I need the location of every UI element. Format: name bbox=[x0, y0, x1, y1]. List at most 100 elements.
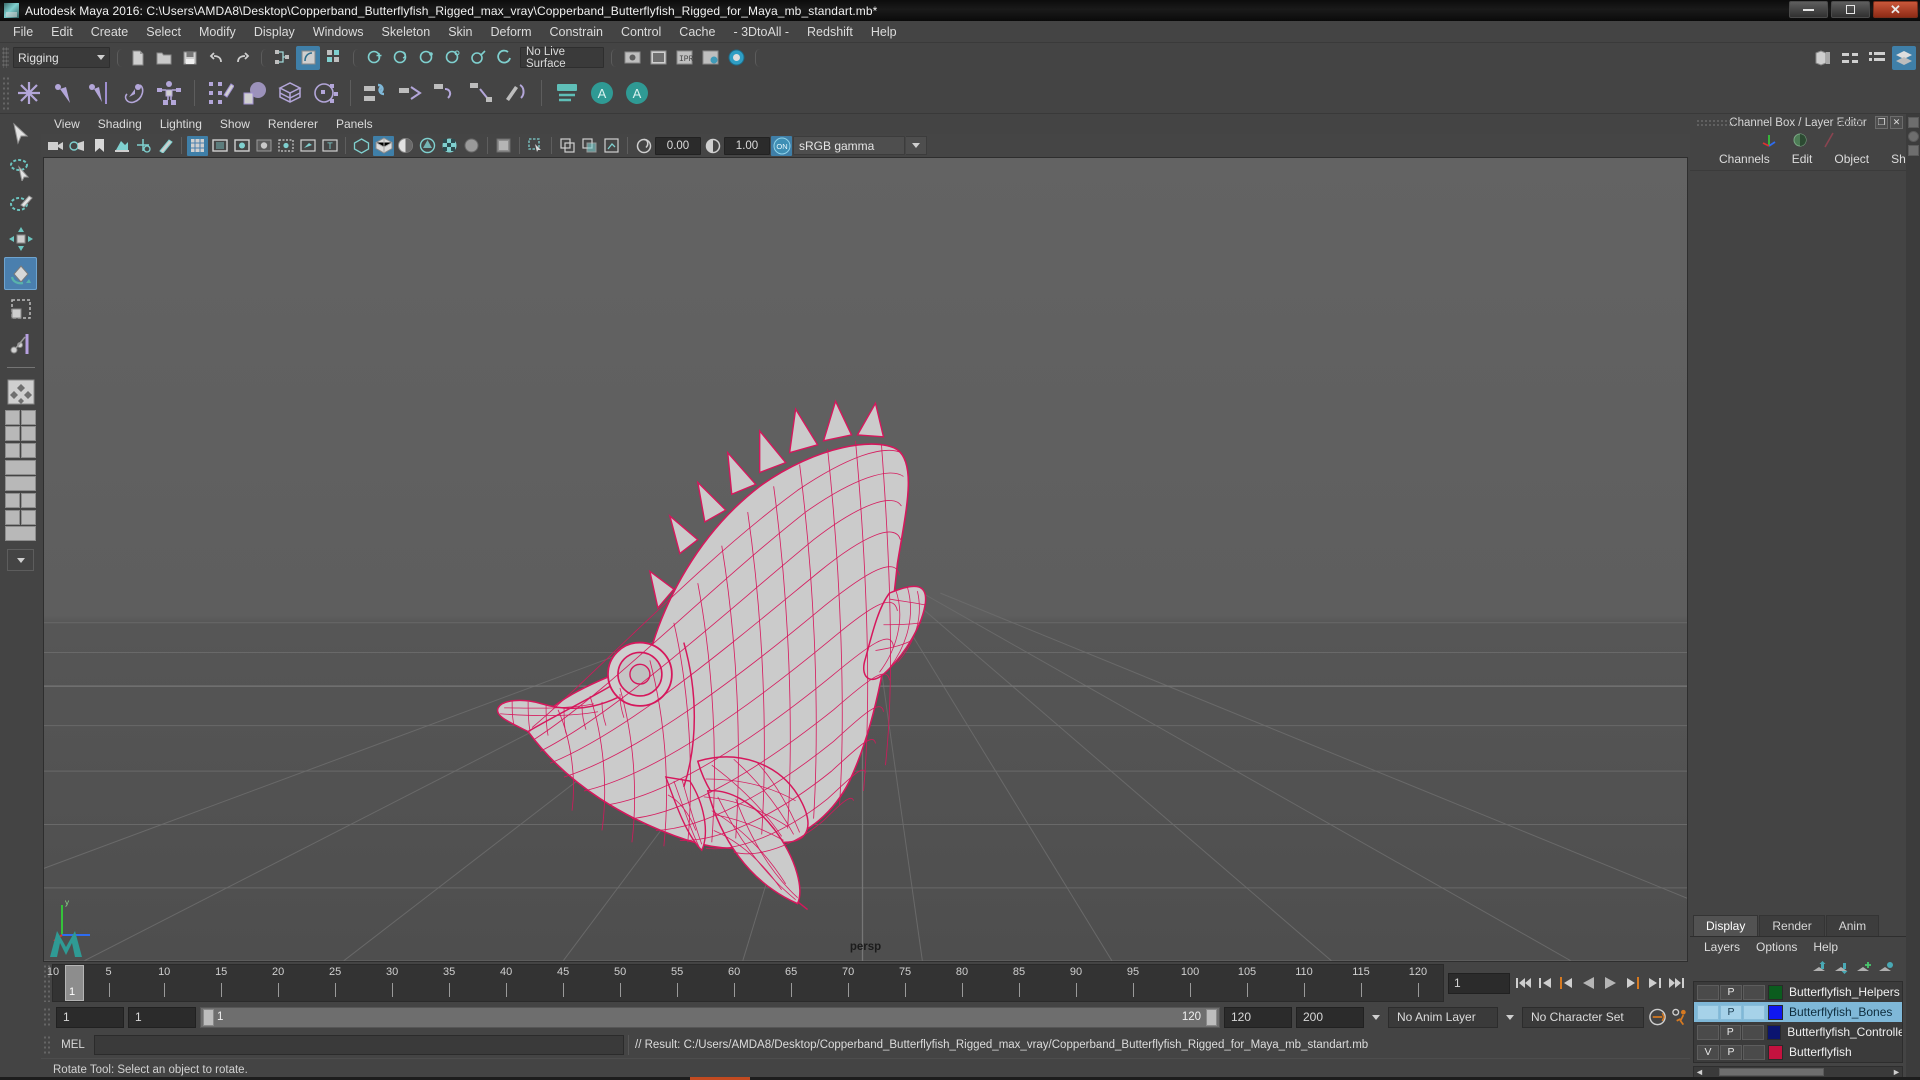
open-scene-icon[interactable] bbox=[152, 46, 176, 70]
layout-persp-icon[interactable] bbox=[21, 410, 36, 425]
maximize-button[interactable] bbox=[1831, 1, 1870, 18]
layer-playback-toggle[interactable]: P bbox=[1720, 1044, 1742, 1060]
show-grid-icon[interactable] bbox=[187, 135, 208, 156]
menu-cache[interactable]: Cache bbox=[670, 23, 724, 41]
display-layer-list[interactable]: P Butterflyfish_Helpers P Butterflyfish_… bbox=[1693, 981, 1903, 1063]
current-time-indicator[interactable]: 1 bbox=[65, 965, 84, 1001]
point-constraint-icon[interactable] bbox=[394, 76, 428, 110]
right-panel-grip-left[interactable] bbox=[1696, 119, 1734, 127]
go-to-start-icon[interactable] bbox=[1513, 973, 1532, 994]
use-all-lights-icon[interactable] bbox=[417, 136, 438, 156]
anim-start-field[interactable]: 1 bbox=[56, 1006, 124, 1028]
resolution-gate-icon[interactable] bbox=[231, 136, 252, 156]
menu-redshift[interactable]: Redshift bbox=[798, 23, 862, 41]
move-tool[interactable] bbox=[4, 222, 37, 255]
scale-tool[interactable] bbox=[4, 292, 37, 325]
layer-visibility-toggle[interactable] bbox=[1697, 1004, 1719, 1020]
hik-character-icon[interactable]: A bbox=[620, 76, 654, 110]
set-driven-key-icon[interactable] bbox=[550, 76, 584, 110]
wireframe-shading-icon[interactable] bbox=[351, 136, 372, 156]
color-management-select[interactable]: sRGB gamma bbox=[793, 136, 905, 155]
snapshot-icon[interactable] bbox=[601, 136, 622, 156]
menu-deform[interactable]: Deform bbox=[482, 23, 541, 41]
perspective-viewport[interactable]: persp y bbox=[43, 157, 1688, 962]
paint-select-tool[interactable] bbox=[4, 187, 37, 220]
anim-layer-caret[interactable] bbox=[1368, 1007, 1384, 1028]
create-layer-from-selection-icon[interactable] bbox=[1878, 961, 1894, 975]
menu-create[interactable]: Create bbox=[82, 23, 138, 41]
animation-preferences-icon[interactable] bbox=[1671, 1007, 1690, 1028]
shadows-icon[interactable] bbox=[439, 136, 460, 156]
table-row[interactable]: V P Butterflyfish bbox=[1694, 1042, 1902, 1062]
display-layers-icon[interactable] bbox=[557, 136, 578, 156]
playback-end-field[interactable]: 120 bbox=[1224, 1006, 1292, 1028]
layer-visibility-toggle[interactable] bbox=[1697, 1024, 1719, 1040]
layout-graph-wide-icon[interactable] bbox=[5, 526, 36, 541]
menu-skeleton[interactable]: Skeleton bbox=[373, 23, 440, 41]
create-empty-layer-icon[interactable] bbox=[1856, 961, 1872, 975]
playback-start-field[interactable]: 1 bbox=[128, 1006, 196, 1028]
play-forwards-icon[interactable] bbox=[1601, 973, 1620, 994]
menu-file[interactable]: File bbox=[4, 23, 42, 41]
shaded-wireframe-icon[interactable] bbox=[395, 136, 416, 156]
layer-visibility-toggle[interactable]: V bbox=[1697, 1044, 1719, 1060]
menu-windows[interactable]: Windows bbox=[304, 23, 373, 41]
rotate-tool[interactable] bbox=[4, 257, 37, 290]
right-edge-scrollbar[interactable] bbox=[1906, 114, 1920, 1080]
move-layer-down-icon[interactable] bbox=[1834, 961, 1850, 975]
sidebar-outliner-icon[interactable] bbox=[1865, 46, 1889, 70]
range-start-handle[interactable] bbox=[203, 1008, 214, 1026]
gate-mask-icon[interactable] bbox=[253, 136, 274, 156]
paint-skin-weights-icon[interactable] bbox=[203, 76, 237, 110]
copy-layer-icon[interactable] bbox=[579, 136, 600, 156]
make-live-icon[interactable] bbox=[492, 46, 516, 70]
color-management-caret[interactable] bbox=[906, 136, 927, 155]
table-row[interactable]: P Butterflyfish_Bones bbox=[1694, 1002, 1902, 1022]
lattice-deformer-icon[interactable] bbox=[273, 76, 307, 110]
layer-display-type-toggle[interactable] bbox=[1743, 984, 1765, 1000]
range-slider-track[interactable]: 1 120 bbox=[200, 1006, 1220, 1028]
scrollbar-knob[interactable] bbox=[1907, 131, 1919, 142]
ambient-occlusion-icon[interactable] bbox=[461, 136, 482, 156]
toolbox-expand-button[interactable] bbox=[7, 549, 34, 571]
layout-hypershade-icon[interactable] bbox=[5, 493, 20, 508]
mel-command-input[interactable] bbox=[94, 1035, 624, 1055]
layer-name[interactable]: Butterflyfish_Controlle bbox=[1787, 1025, 1902, 1039]
layer-playback-toggle[interactable]: P bbox=[1720, 984, 1742, 1000]
range-slider-grip[interactable] bbox=[43, 1006, 52, 1028]
layout-persp-mixed-icon[interactable] bbox=[5, 510, 20, 525]
xray-icon[interactable] bbox=[275, 136, 296, 156]
step-back-icon[interactable] bbox=[1535, 973, 1554, 994]
right-panel-grip-right[interactable] bbox=[1836, 119, 1864, 127]
render-settings-icon[interactable] bbox=[698, 46, 722, 70]
texture-toggle-icon[interactable]: T bbox=[319, 136, 340, 156]
anim-end-field[interactable]: 200 bbox=[1296, 1006, 1364, 1028]
parent-constraint-icon[interactable] bbox=[359, 76, 393, 110]
menu-control[interactable]: Control bbox=[612, 23, 670, 41]
layer-display-type-toggle[interactable] bbox=[1742, 1024, 1764, 1040]
channelbox-menu-channels[interactable]: Channels bbox=[1708, 150, 1781, 168]
scrollbar-thumb[interactable] bbox=[1719, 1068, 1824, 1076]
character-set-caret[interactable] bbox=[1502, 1007, 1518, 1028]
ik-handle-icon[interactable] bbox=[117, 76, 151, 110]
render-current-frame-icon[interactable] bbox=[646, 46, 670, 70]
xray-joints-icon[interactable] bbox=[297, 136, 318, 156]
menu-skin[interactable]: Skin bbox=[439, 23, 481, 41]
layer-name[interactable]: Butterflyfish_Bones bbox=[1789, 1005, 1892, 1019]
scale-constraint-icon[interactable] bbox=[464, 76, 498, 110]
image-plane-icon[interactable] bbox=[111, 136, 132, 156]
table-row[interactable]: P Butterflyfish_Controlle bbox=[1694, 1022, 1902, 1042]
undo-icon[interactable] bbox=[204, 46, 228, 70]
panel-menu-renderer[interactable]: Renderer bbox=[259, 116, 327, 132]
character-set-select[interactable]: No Character Set bbox=[1522, 1006, 1644, 1028]
close-panel-button[interactable]: ✕ bbox=[1890, 116, 1903, 129]
orient-constraint-icon[interactable] bbox=[429, 76, 463, 110]
skeleton-figure-icon[interactable] bbox=[152, 76, 186, 110]
anim-layer-select[interactable]: No Anim Layer bbox=[1388, 1006, 1498, 1028]
previous-key-icon[interactable] bbox=[1557, 973, 1576, 994]
insert-joint-icon[interactable] bbox=[47, 76, 81, 110]
menu-constrain[interactable]: Constrain bbox=[541, 23, 613, 41]
menu-display[interactable]: Display bbox=[245, 23, 304, 41]
tab-display[interactable]: Display bbox=[1693, 915, 1759, 936]
grease-pencil-icon[interactable] bbox=[155, 136, 176, 156]
